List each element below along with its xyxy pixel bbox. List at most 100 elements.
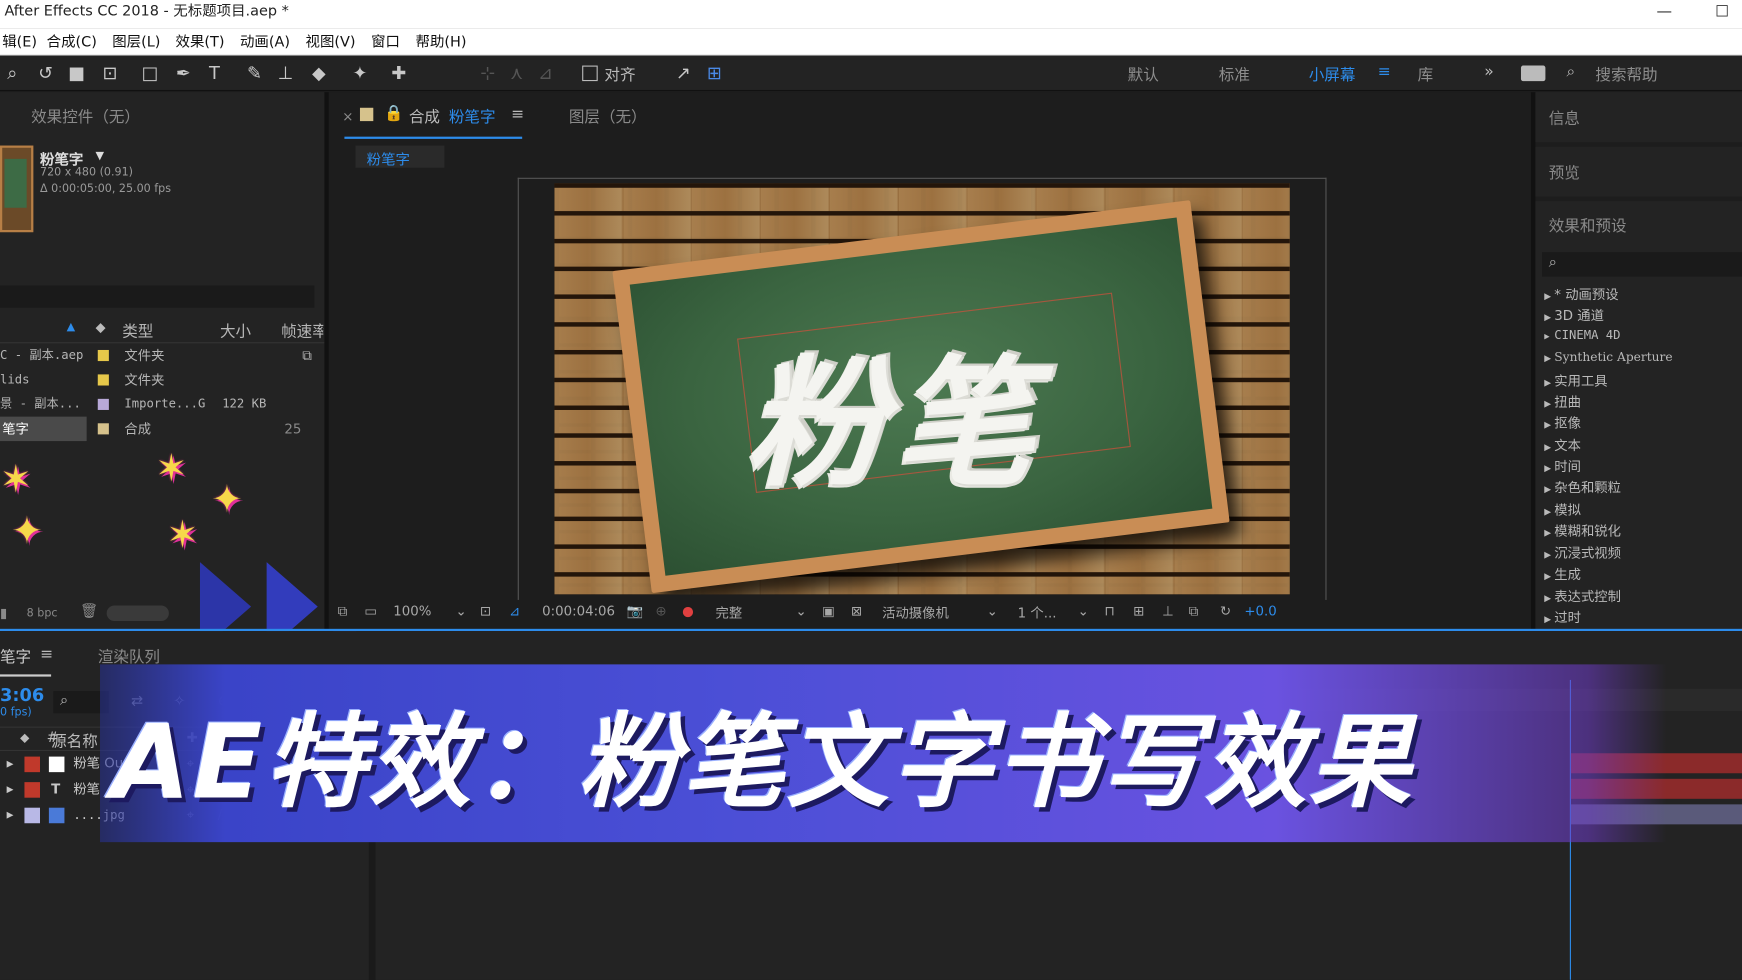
transparency-grid-icon[interactable]: ⊿ [509,603,520,619]
lock-icon[interactable]: 🔒 [384,104,403,122]
source-name-header[interactable]: 源名称 [51,730,98,752]
effect-controls-tab[interactable]: 效果控件（无） [31,106,140,128]
project-row[interactable]: lids 文件夹 [0,368,322,392]
comp-canvas[interactable]: 粉笔 [554,183,1290,595]
effect-category[interactable]: ▶ 杂色和颗粒 [1544,478,1621,497]
close-tab-icon[interactable]: × [342,109,353,125]
reset-exposure-icon[interactable]: ↻ [1220,603,1231,619]
snapshot-icon[interactable]: 📷 [627,603,644,619]
interpret-footage-icon[interactable]: ▮ [0,605,7,621]
sort-up-icon[interactable]: ▲ [67,321,76,333]
roto-brush-tool-icon[interactable]: ✦ [348,61,372,85]
chevron-down-icon[interactable]: ⌄ [1078,603,1089,619]
menu-view[interactable]: 视图(V) [306,29,356,58]
transparency-icon[interactable]: ⊠ [851,603,862,619]
label-swatch[interactable] [24,782,40,798]
thumbnail-slider[interactable] [106,605,169,622]
effect-category[interactable]: ▶ 抠像 [1544,413,1581,432]
project-row[interactable]: C - 副本.aep 文件夹 ⧉ [0,343,322,367]
comp-tab-name[interactable]: 粉笔字 [449,106,496,128]
brush-tool-icon[interactable]: ✎ [242,61,266,85]
eraser-tool-icon[interactable]: ◆ [307,61,331,85]
effect-category[interactable]: ▶ 表达式控制 [1544,587,1621,606]
menu-window[interactable]: 窗口 [371,29,400,58]
menu-edit[interactable]: 辑(E) [2,29,37,58]
project-row-selected[interactable]: 笔字 合成 25 [0,416,322,442]
maximize-button[interactable]: ☐ [1700,0,1742,29]
effect-category[interactable]: ▶ 3D 通道 [1544,306,1604,325]
comp-breadcrumb[interactable]: 粉笔字 [355,145,445,169]
menu-layer[interactable]: 图层(L) [112,29,160,58]
effect-category[interactable]: ▶ 生成 [1544,564,1581,583]
menu-help[interactable]: 帮助(H) [416,29,467,58]
flowchart-icon[interactable]: ⧉ [302,343,312,367]
pen-tool-icon[interactable]: ✒ [171,61,195,85]
preview-tab[interactable]: 预览 [1549,161,1580,183]
zoom-select[interactable]: 100% [393,603,431,619]
effect-category[interactable]: ▶ 沉浸式视频 [1544,543,1621,562]
help-search-input[interactable]: 搜索帮助 [1595,63,1657,85]
project-row[interactable]: 景 - 副本... Importe...G 122 KB [0,392,322,416]
panel-menu-icon[interactable]: ≡ [511,106,524,124]
effect-category[interactable]: ▶ 模糊和锐化 [1544,521,1621,540]
effect-category[interactable]: ▶ CINEMA 4D [1544,328,1620,342]
effect-category[interactable]: ▶ 时间 [1544,457,1581,476]
current-time-display[interactable]: 3:06 [0,684,44,705]
pan-behind-tool-icon[interactable]: ⊡ [98,61,122,85]
snap-feature-icon[interactable]: ⊞ [702,61,726,85]
effect-category[interactable]: ▶ 文本 [1544,436,1581,455]
chevron-down-icon[interactable]: ⌄ [456,603,467,619]
panel-menu-icon[interactable]: ≡ [40,645,53,663]
monitor-icon[interactable]: ▭ [364,603,377,619]
rectangle-tool-icon[interactable]: □ [138,61,162,85]
effect-category[interactable]: ▶ 模拟 [1544,500,1581,519]
chevron-down-icon[interactable]: ⌄ [987,603,998,619]
workspace-overflow-button[interactable]: » [1484,63,1494,81]
snap-edge-icon[interactable]: ↗ [671,61,695,85]
effect-category[interactable]: ▶ 实用工具 [1544,371,1607,390]
fit-icon[interactable]: ⊡ [480,603,491,619]
workspace-small-screen[interactable]: 小屏幕 [1309,63,1356,85]
layer-tab[interactable]: 图层（无） [569,106,647,128]
column-type[interactable]: 类型 [122,320,153,342]
comp-tab-prefix[interactable]: 合成 [409,106,440,128]
minimize-button[interactable]: — [1642,0,1686,29]
effects-presets-tab[interactable]: 效果和预设 [1549,214,1627,236]
chevron-right-icon[interactable]: ▶ [7,751,14,777]
viewer-timecode[interactable]: 0:00:04:06 [542,603,615,619]
channels-icon[interactable]: ● [682,603,694,619]
rotate-tool-icon[interactable]: ↺ [33,61,57,85]
effects-search-input[interactable]: ⌕ [1542,252,1742,277]
workspace-libraries[interactable]: 库 [1418,63,1434,85]
timeline-icon[interactable]: ⊥ [1162,603,1174,619]
comp-dropdown-icon[interactable]: ▼ [96,150,105,162]
trash-icon[interactable]: 🗑 [80,603,98,620]
column-fps[interactable]: 帧速率 [281,320,323,342]
type-tool-icon[interactable]: T [202,61,226,85]
clone-stamp-tool-icon[interactable]: ⊥ [273,61,297,85]
resolution-select[interactable]: 完整 [715,603,742,622]
show-snapshot-icon[interactable]: ⊕ [655,603,666,619]
label-swatch[interactable] [24,807,40,824]
chevron-right-icon[interactable]: ▶ [7,802,14,828]
menu-effect[interactable]: 效果(T) [176,29,225,58]
toggle-pixel-aspect-icon[interactable]: ⊓ [1104,603,1114,619]
workspace-standard[interactable]: 标准 [1219,63,1250,85]
label-swatch[interactable] [24,756,40,773]
views-select[interactable]: 1 个... [1018,603,1057,622]
camera-select[interactable]: 活动摄像机 [882,603,949,622]
effect-category[interactable]: ▶ 过时 [1544,608,1581,627]
chevron-down-icon[interactable]: ⌄ [795,603,806,619]
menu-composition[interactable]: 合成(C) [47,29,97,58]
exposure-value[interactable]: +0.0 [1244,603,1276,619]
camera-tool-icon[interactable]: ■ [64,61,88,85]
puppet-pin-tool-icon[interactable]: ✚ [387,61,411,85]
chevron-right-icon[interactable]: ▶ [7,777,14,803]
flowchart-icon[interactable]: ⧉ [1189,603,1199,620]
workspace-menu-icon[interactable]: ≡ [1378,63,1391,81]
menu-animation[interactable]: 动画(A) [240,29,290,58]
effect-category[interactable]: ▶ Synthetic Aperture [1544,350,1672,364]
sync-settings-icon[interactable] [1520,65,1546,82]
fast-previews-icon[interactable]: ⊞ [1133,603,1144,619]
bit-depth-label[interactable]: 8 bpc [27,608,58,620]
